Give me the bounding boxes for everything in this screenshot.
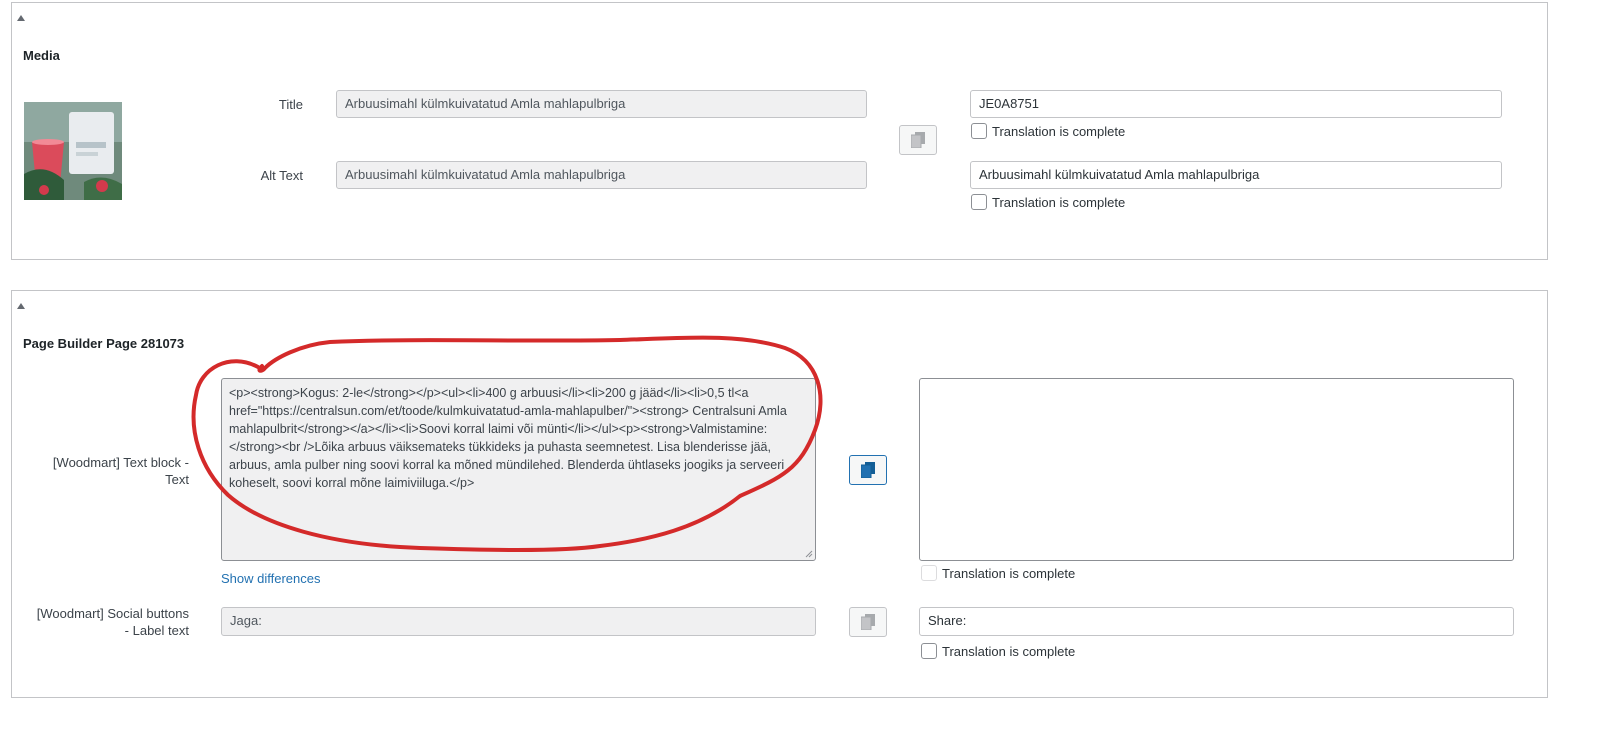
- social-buttons-label: [Woodmart] Social buttons - Label text: [36, 606, 189, 638]
- alt-text-translation-complete[interactable]: Translation is complete: [971, 194, 1125, 210]
- title-label: Title: [278, 97, 303, 112]
- copy-button[interactable]: [899, 125, 937, 155]
- checkbox-label: Translation is complete: [992, 194, 1126, 210]
- text-block-original-content: <p><strong>Kogus: 2-le</strong></p><ul><…: [229, 386, 787, 490]
- product-photo-icon: [24, 102, 122, 200]
- title-translation-field[interactable]: JE0A8751: [970, 90, 1502, 118]
- social-translation-complete[interactable]: Translation is complete: [921, 643, 1075, 659]
- copy-icon: [861, 614, 875, 630]
- checkbox-label: Translation is complete: [942, 643, 1076, 659]
- page-builder-section-title: Page Builder Page 281073: [23, 336, 185, 351]
- text-block-translation-complete[interactable]: Translation is complete: [921, 565, 1075, 581]
- checkbox[interactable]: [921, 643, 937, 659]
- alt-text-label: Alt Text: [260, 168, 303, 183]
- checkbox[interactable]: [971, 194, 987, 210]
- collapse-arrow-icon[interactable]: [17, 15, 25, 21]
- alt-text-original-field: Arbuusimahl külmkuivatatud Amla mahlapul…: [336, 161, 867, 189]
- collapse-arrow-icon[interactable]: [17, 303, 25, 309]
- resize-grip-icon[interactable]: [805, 550, 813, 558]
- media-section-title: Media: [23, 48, 60, 63]
- copy-button[interactable]: [849, 607, 887, 637]
- copy-button[interactable]: [849, 455, 887, 485]
- title-translation-complete[interactable]: Translation is complete: [971, 123, 1125, 139]
- title-original-field: Arbuusimahl külmkuivatatud Amla mahlapul…: [336, 90, 867, 118]
- checkbox-label: Translation is complete: [992, 123, 1126, 139]
- media-thumbnail: [24, 102, 122, 200]
- media-panel: Media: [11, 2, 1548, 260]
- checkbox[interactable]: [971, 123, 987, 139]
- show-differences-link[interactable]: Show differences: [221, 571, 321, 586]
- text-block-label: [Woodmart] Text block - Text: [52, 455, 189, 487]
- text-block-original-textarea: <p><strong>Kogus: 2-le</strong></p><ul><…: [221, 378, 816, 561]
- social-original-field: Jaga:: [221, 607, 816, 636]
- copy-icon: [861, 462, 875, 478]
- checkbox[interactable]: [921, 565, 937, 581]
- alt-text-translation-field[interactable]: Arbuusimahl külmkuivatatud Amla mahlapul…: [970, 161, 1502, 189]
- copy-icon: [911, 132, 925, 148]
- social-translation-field[interactable]: Share:: [919, 607, 1514, 636]
- text-block-translation-textarea[interactable]: [919, 378, 1514, 561]
- checkbox-label: Translation is complete: [942, 565, 1076, 581]
